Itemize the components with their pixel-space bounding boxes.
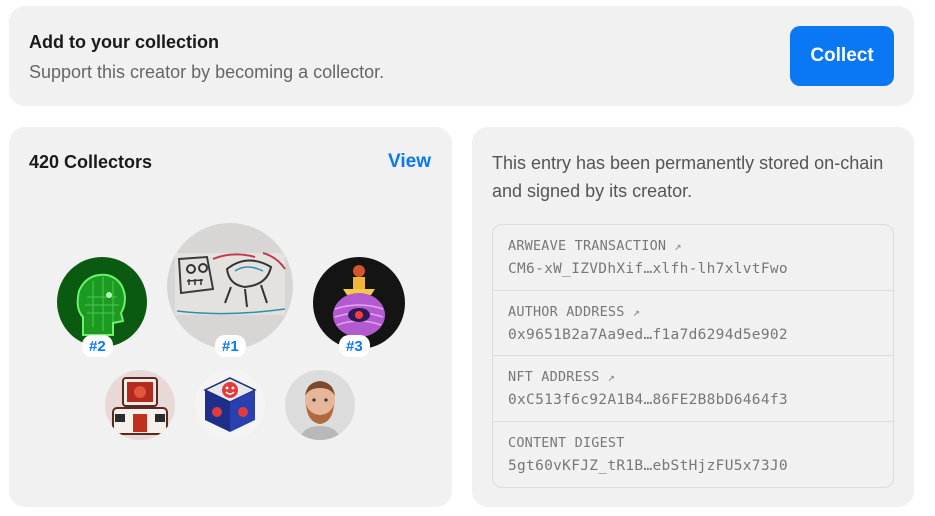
- nft-address-label-row: NFT ADDRESS ↗: [508, 369, 878, 385]
- author-address-value: 0x9651B2a7Aa9ed…f1a7d6294d5e902: [508, 326, 788, 343]
- content-digest-label-row: CONTENT DIGEST: [508, 435, 878, 451]
- collect-card: Add to your collection Support this crea…: [9, 6, 914, 106]
- collect-subtitle: Support this creator by becoming a colle…: [29, 62, 385, 82]
- author-address-item[interactable]: AUTHOR ADDRESS ↗ 0x9651B2a7Aa9ed…f1a7d62…: [493, 291, 893, 356]
- green-head-avatar[interactable]: [57, 257, 147, 347]
- arweave-transaction-value: CM6-xW_IZVDhXif…xlfh-lh7xlvtFwo: [508, 261, 788, 277]
- provenance-description: This entry has been permanently stored o…: [492, 153, 884, 201]
- robot-avatar[interactable]: [105, 370, 175, 440]
- bearded-man-icon: [285, 370, 355, 440]
- collect-title: Add to your collection: [29, 32, 220, 52]
- view-collectors-link[interactable]: View: [388, 151, 431, 173]
- author-address-label-row: AUTHOR ADDRESS ↗: [508, 304, 878, 320]
- smiley-cube-icon: [195, 370, 265, 440]
- nft-address-value: 0xC513f6c92A1B4…86FE2B8bD6464f3: [508, 392, 788, 408]
- provenance-card: This entry has been permanently stored o…: [472, 127, 914, 507]
- robot-icon: [105, 370, 175, 440]
- smiley-cube-avatar[interactable]: [195, 370, 265, 440]
- provenance-list: ARWEAVE TRANSACTION ↗ CM6-xW_IZVDhXif…xl…: [492, 224, 894, 488]
- external-link-icon: ↗: [674, 239, 682, 253]
- sketch-drawing-avatar[interactable]: [167, 223, 293, 349]
- arweave-transaction-item[interactable]: ARWEAVE TRANSACTION ↗ CM6-xW_IZVDhXif…xl…: [493, 225, 893, 291]
- arweave-transaction-label-row: ARWEAVE TRANSACTION ↗: [508, 238, 878, 254]
- external-link-icon: ↗: [632, 304, 641, 319]
- rank-badge-1: #1: [215, 335, 246, 357]
- content-digest-value: 5gt60vKFJZ_tR1B…ebStHjzFU5x73J0: [508, 457, 788, 474]
- author-address-label: AUTHOR ADDRESS: [508, 303, 625, 320]
- sketch-drawing-icon: [167, 223, 293, 349]
- rank-badge-3: #3: [339, 335, 370, 357]
- bearded-man-avatar[interactable]: [285, 370, 355, 440]
- nft-address-item[interactable]: NFT ADDRESS ↗ 0xC513f6c92A1B4…86FE2B8bD6…: [493, 356, 893, 422]
- nft-address-label: NFT ADDRESS: [508, 369, 600, 385]
- collectors-card: 420 Collectors View #1 #2 #3: [9, 127, 452, 507]
- green-head-icon: [57, 257, 147, 347]
- external-link-icon: ↗: [607, 370, 616, 384]
- arweave-transaction-label: ARWEAVE TRANSACTION: [508, 238, 667, 254]
- collect-button[interactable]: Collect: [790, 26, 894, 86]
- collectors-count: 420 Collectors: [29, 152, 153, 172]
- content-digest-label: CONTENT DIGEST: [508, 434, 625, 451]
- rank-badge-2: #2: [82, 335, 113, 357]
- content-digest-item: CONTENT DIGEST 5gt60vKFJZ_tR1B…ebStHjzFU…: [493, 422, 893, 488]
